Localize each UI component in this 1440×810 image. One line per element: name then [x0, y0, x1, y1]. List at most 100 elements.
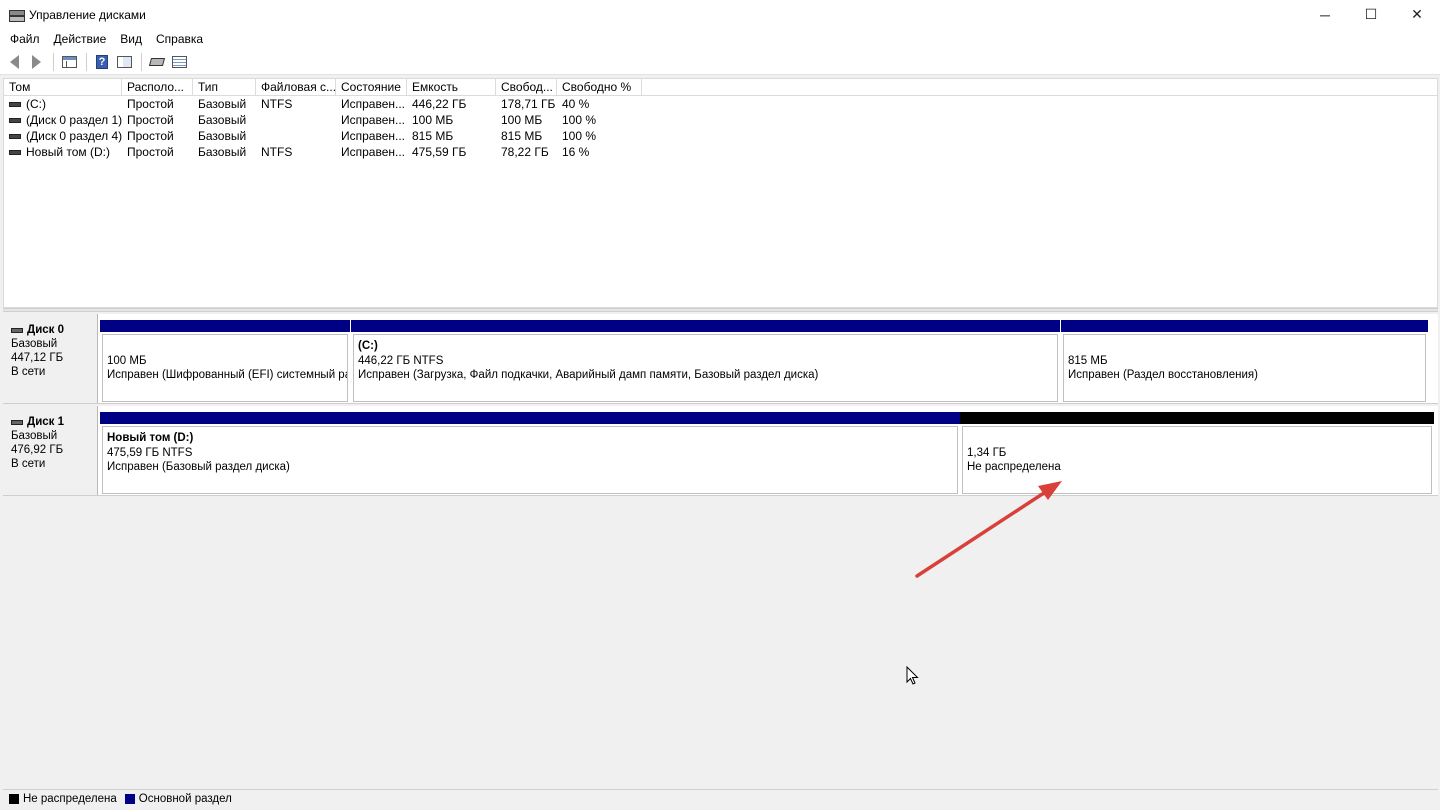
disk-status: В сети [11, 458, 46, 470]
cell-type: Базовый [198, 145, 247, 159]
partition-title: Новый том (D:) [107, 432, 194, 444]
maximize-button[interactable]: ☐ [1348, 0, 1394, 29]
rescan-disks-icon [148, 57, 166, 66]
volume-icon [9, 117, 21, 123]
column-header-volume[interactable]: Том [4, 79, 122, 96]
disk-label[interactable]: Диск 0 Базовый 447,12 ГБ В сети [3, 314, 98, 403]
column-header-filesystem[interactable]: Файловая с... [256, 79, 336, 96]
partition-type-bar [100, 412, 960, 424]
cell-free: 815 МБ [501, 129, 543, 143]
cell-volume-name: (C:) [4, 96, 122, 112]
partition-body: 815 МБ Исправен (Раздел восстановления) [1063, 334, 1426, 402]
close-button[interactable]: ✕ [1394, 0, 1440, 29]
disk-name: Диск 0 [27, 324, 65, 336]
disk-name-line: Диск 1 [11, 415, 97, 429]
volume-list[interactable]: Том Располо... Тип Файловая с... Состоян… [3, 78, 1438, 308]
partition-size: 446,22 ГБ NTFS [358, 354, 444, 367]
cell-type: Базовый [198, 113, 247, 127]
menu-file[interactable]: Файл [3, 29, 47, 49]
partition-block[interactable]: (C:) 446,22 ГБ NTFS Исправен (Загрузка, … [351, 320, 1060, 402]
back-icon [9, 54, 19, 69]
column-header-free[interactable]: Свобод... [496, 79, 557, 96]
cell-volume-name: Новый том (D:) [4, 144, 122, 160]
show-hide-console-tree-button[interactable] [59, 52, 79, 72]
list-view-button[interactable] [169, 52, 189, 72]
forward-icon [31, 54, 41, 69]
partition-block[interactable]: 815 МБ Исправен (Раздел восстановления) [1061, 320, 1428, 402]
column-header-layout[interactable]: Располо... [122, 79, 193, 96]
legend-label-primary: Основной раздел [138, 792, 232, 805]
cell-free-percent: 100 % [562, 129, 597, 143]
volume-name-text: (Диск 0 раздел 4) [26, 129, 122, 143]
partition-status: Исправен (Шифрованный (EFI) системный ра… [107, 369, 348, 381]
menu-view[interactable]: Вид [113, 29, 149, 49]
cell-type: Базовый [198, 97, 247, 111]
partition-block[interactable]: Новый том (D:) 475,59 ГБ NTFS Исправен (… [100, 412, 960, 494]
forward-button[interactable] [26, 52, 46, 72]
cell-free-percent: 40 % [562, 97, 590, 111]
cell-status: Исправен... [341, 113, 406, 127]
properties-icon [116, 55, 132, 68]
unallocated-block[interactable]: 1,34 ГБ Не распределена [960, 412, 1434, 494]
partition-title [107, 339, 343, 354]
cell-status: Исправен... [341, 145, 406, 159]
table-row[interactable]: (C:) Простой Базовый NTFS Исправен... 446,22 … [4, 96, 1437, 112]
disk-status: В сети [11, 366, 46, 378]
partition-status: Исправен (Раздел восстановления) [1068, 369, 1258, 381]
cell-volume-name: (Диск 0 раздел 4) [4, 128, 122, 144]
partition-body: (C:) 446,22 ГБ NTFS Исправен (Загрузка, … [353, 334, 1058, 402]
cell-filesystem: NTFS [261, 145, 293, 159]
table-row[interactable]: (Диск 0 раздел 1) Простой Базовый Исправен.… [4, 112, 1437, 128]
rescan-disks-button[interactable] [147, 52, 167, 72]
disk-icon [11, 419, 23, 425]
partition-size: 475,59 ГБ NTFS [107, 446, 193, 459]
column-header-free-percent[interactable]: Свободно % [557, 79, 642, 96]
cell-layout: Простой [127, 145, 174, 159]
back-button[interactable] [4, 52, 24, 72]
show-hide-console-tree-icon [61, 55, 77, 68]
partition-status: Исправен (Базовый раздел диска) [107, 461, 290, 473]
partition-type-bar [1061, 320, 1428, 332]
partition-type-bar [100, 320, 350, 332]
disk-label[interactable]: Диск 1 Базовый 476,92 ГБ В сети [3, 406, 98, 495]
help-button[interactable]: ? [92, 52, 112, 72]
table-row[interactable]: (Диск 0 раздел 4) Простой Базовый Исправен.… [4, 128, 1437, 144]
partition-block[interactable]: 100 МБ Исправен (Шифрованный (EFI) систе… [100, 320, 350, 402]
partition-size: 100 МБ [107, 354, 147, 367]
disk-name: Диск 1 [27, 416, 65, 428]
column-header-type[interactable]: Тип [193, 79, 256, 96]
title-bar: Управление дисками ─ ☐ ✕ [0, 0, 1440, 29]
disk-row: Диск 0 Базовый 447,12 ГБ В сети 100 МБ И… [3, 314, 1438, 404]
menu-help[interactable]: Справка [149, 29, 210, 49]
disk-graphical-view: Диск 0 Базовый 447,12 ГБ В сети 100 МБ И… [3, 314, 1438, 788]
cell-status: Исправен... [341, 129, 406, 143]
partition-title: (C:) [358, 340, 378, 352]
partition-size: 815 МБ [1068, 354, 1108, 367]
column-header-capacity[interactable]: Емкость [407, 79, 496, 96]
properties-button[interactable] [114, 52, 134, 72]
partition-type-bar [351, 320, 1060, 332]
disk-type: Базовый [11, 338, 58, 350]
cell-free-percent: 100 % [562, 113, 597, 127]
cell-layout: Простой [127, 97, 174, 111]
table-row[interactable]: Новый том (D:) Простой Базовый NTFS Исправен… [4, 144, 1437, 160]
disk-size: 476,92 ГБ [11, 444, 64, 456]
volume-name-text: (C:) [26, 97, 46, 111]
window-title: Управление дисками [29, 7, 146, 22]
cell-capacity: 815 МБ [412, 129, 454, 143]
menu-action[interactable]: Действие [47, 29, 114, 49]
volume-list-header: Том Располо... Тип Файловая с... Состоян… [4, 79, 1437, 96]
disk-icon [11, 327, 23, 333]
volume-name-text: (Диск 0 раздел 1) [26, 113, 122, 127]
column-header-status[interactable]: Состояние [336, 79, 407, 96]
minimize-button[interactable]: ─ [1302, 0, 1348, 29]
cell-free: 178,71 ГБ [501, 97, 556, 111]
partition-title [967, 431, 1427, 446]
disk-size: 447,12 ГБ [11, 352, 64, 364]
volume-icon [9, 149, 21, 155]
legend-swatch-unallocated [9, 793, 19, 804]
toolbar-separator [53, 52, 54, 71]
pane-splitter[interactable] [3, 308, 1438, 312]
cell-layout: Простой [127, 113, 174, 127]
toolbar-separator [86, 52, 87, 71]
